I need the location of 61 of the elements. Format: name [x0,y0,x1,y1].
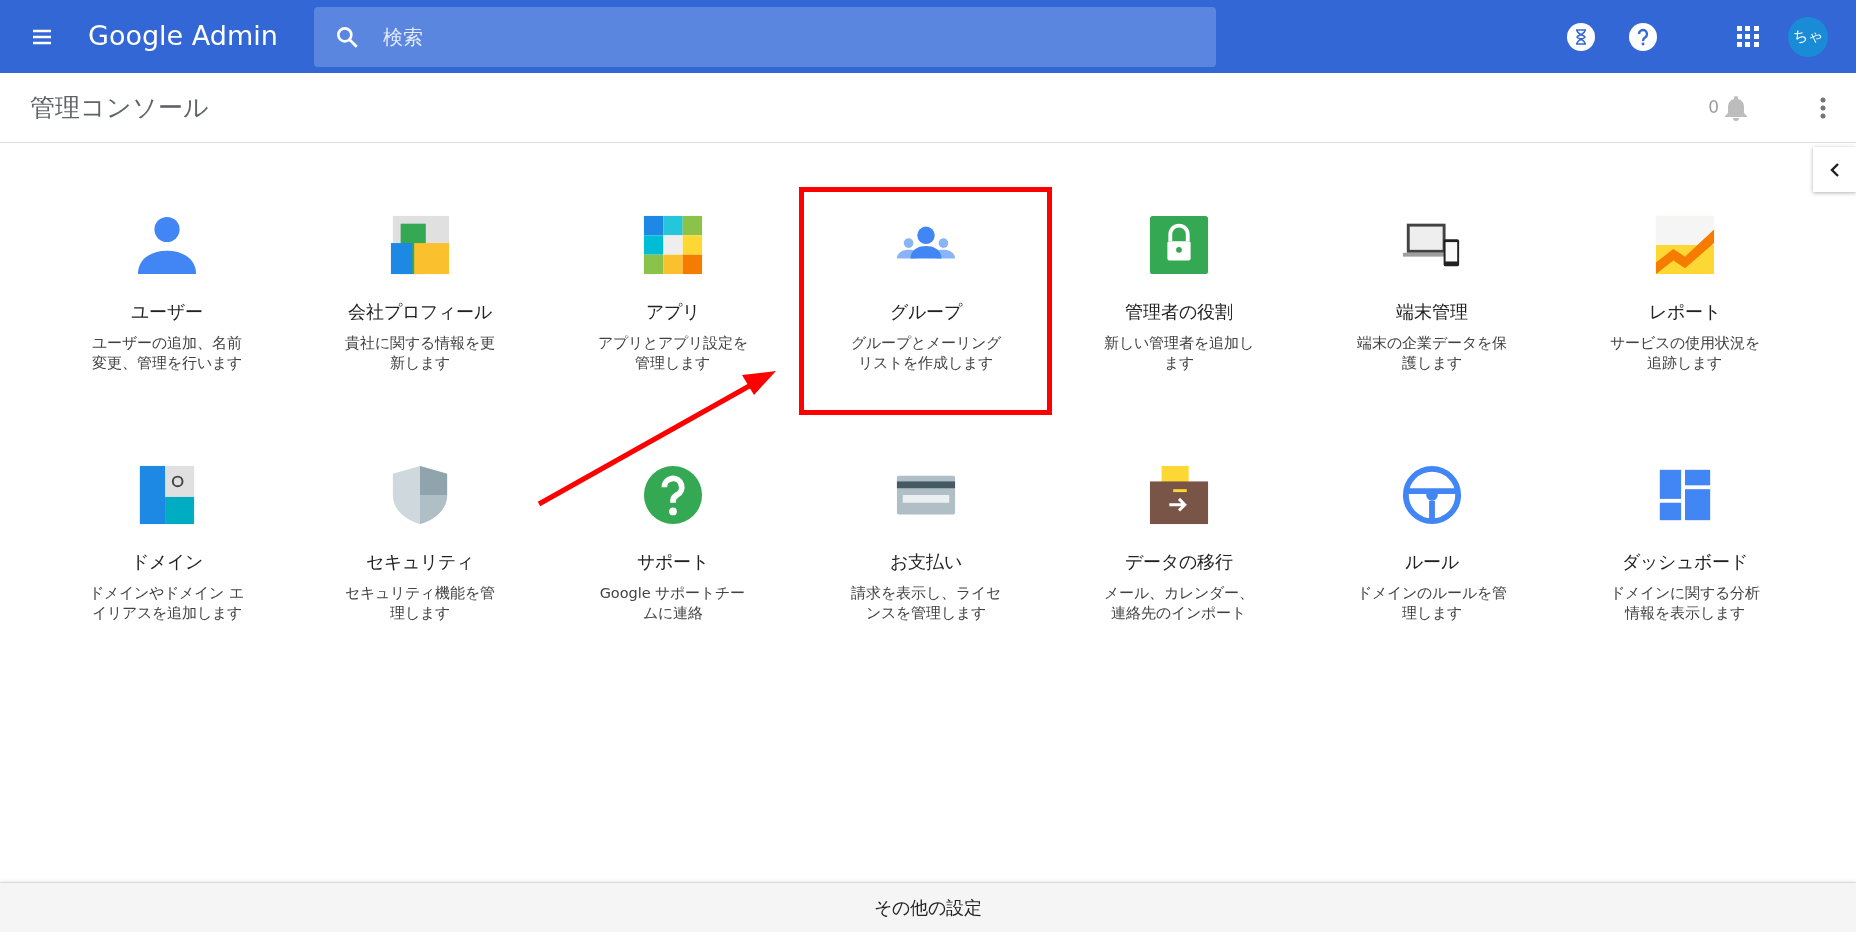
chart-icon [1653,214,1716,276]
tile-title: サポート [636,550,709,574]
tile-title: お支払い [889,550,962,574]
tile-title: 管理者の役割 [1124,300,1233,324]
tile-title: ルール [1404,550,1459,574]
tile-title: データの移行 [1124,550,1233,574]
tile-description: ユーザーの追加、名前変更、管理を行います [90,334,243,373]
tile-description: セキュリティ機能を管理します [343,584,496,623]
tile-title: ドメイン [130,550,203,574]
chevron-left-icon [1828,161,1841,178]
search-field[interactable]: 検索 [313,6,1216,67]
app-logo[interactable]: Google Admin [88,16,278,57]
admin-tile[interactable]: データの移行 メール、カレンダー、連絡先のインポート [1052,437,1305,665]
notification-count: 0 [1708,95,1719,119]
tile-description: ドメインのルールを管理します [1355,584,1508,623]
page-title: 管理コンソール [30,91,209,124]
admin-tile[interactable]: ルール ドメインのルールを管理します [1305,437,1558,665]
tile-title: アプリ [645,300,700,324]
admin-tile[interactable]: セキュリティ セキュリティ機能を管理します [293,437,546,665]
tile-description: ドメインに関する分析情報を表示します [1608,584,1761,623]
admin-tile[interactable]: ユーザー ユーザーの追加、名前変更、管理を行います [40,187,293,415]
more-vertical-icon[interactable] [1820,96,1826,119]
help-icon[interactable] [1629,22,1657,51]
tile-description: 請求を表示し、ライセンスを管理します [849,584,1002,623]
admin-tile[interactable]: レポート サービスの使用状況を追跡します [1558,187,1811,415]
tile-description: グループとメーリングリストを作成します [849,334,1002,373]
steering-wheel-icon [1400,464,1463,526]
tile-description: アプリとアプリ設定を管理します [596,334,749,373]
tile-title: セキュリティ [365,550,474,574]
tile-description: ドメインやドメイン エイリアスを追加します [88,584,245,623]
tile-title: 会社プロフィール [347,300,492,324]
tile-title: ダッシュボード [1621,550,1748,574]
buildings-icon [388,214,451,276]
tile-title: レポート [1648,300,1721,324]
tile-description: 新しい管理者を追加します [1102,334,1255,373]
apps-grid-icon [641,214,704,276]
person-icon [135,214,198,276]
apps-grid-icon[interactable] [1737,25,1759,48]
help-icon [641,464,704,526]
admin-tile[interactable]: お支払い 請求を表示し、ライセンスを管理します [799,437,1052,665]
tile-title: 端末管理 [1395,300,1468,324]
admin-tile[interactable]: ダッシュボード ドメインに関する分析情報を表示します [1558,437,1811,665]
more-settings-bar[interactable]: その他の設定 [0,882,1856,932]
admin-tile[interactable]: サポート Google サポートチームに連絡 [546,437,799,665]
archive-box-icon [1147,464,1210,526]
admin-tile[interactable]: 管理者の役割 新しい管理者を追加します [1052,187,1305,415]
tile-description: 端末の企業データを保護します [1355,334,1508,373]
admin-tile[interactable]: ドメイン ドメインやドメイン エイリアスを追加します [40,437,293,665]
tile-title: ユーザー [130,300,203,324]
lock-icon [1147,214,1210,276]
tile-description: 貴社に関する情報を更新します [343,334,496,373]
admin-tile[interactable]: グループ グループとメーリングリストを作成します [799,187,1052,415]
avatar[interactable]: ちゃ [1788,16,1828,57]
tile-title: グループ [889,300,962,324]
admin-tile[interactable]: アプリ アプリとアプリ設定を管理します [546,187,799,415]
tile-description: メール、カレンダー、連絡先のインポート [1102,584,1255,623]
hourglass-icon[interactable] [1567,22,1595,51]
tile-description: サービスの使用状況を追跡します [1608,334,1761,373]
admin-tile[interactable]: 端末管理 端末の企業データを保護します [1305,187,1558,415]
tile-description: Google サポートチームに連絡 [598,584,747,623]
admin-tile[interactable]: 会社プロフィール 貴社に関する情報を更新します [293,187,546,415]
